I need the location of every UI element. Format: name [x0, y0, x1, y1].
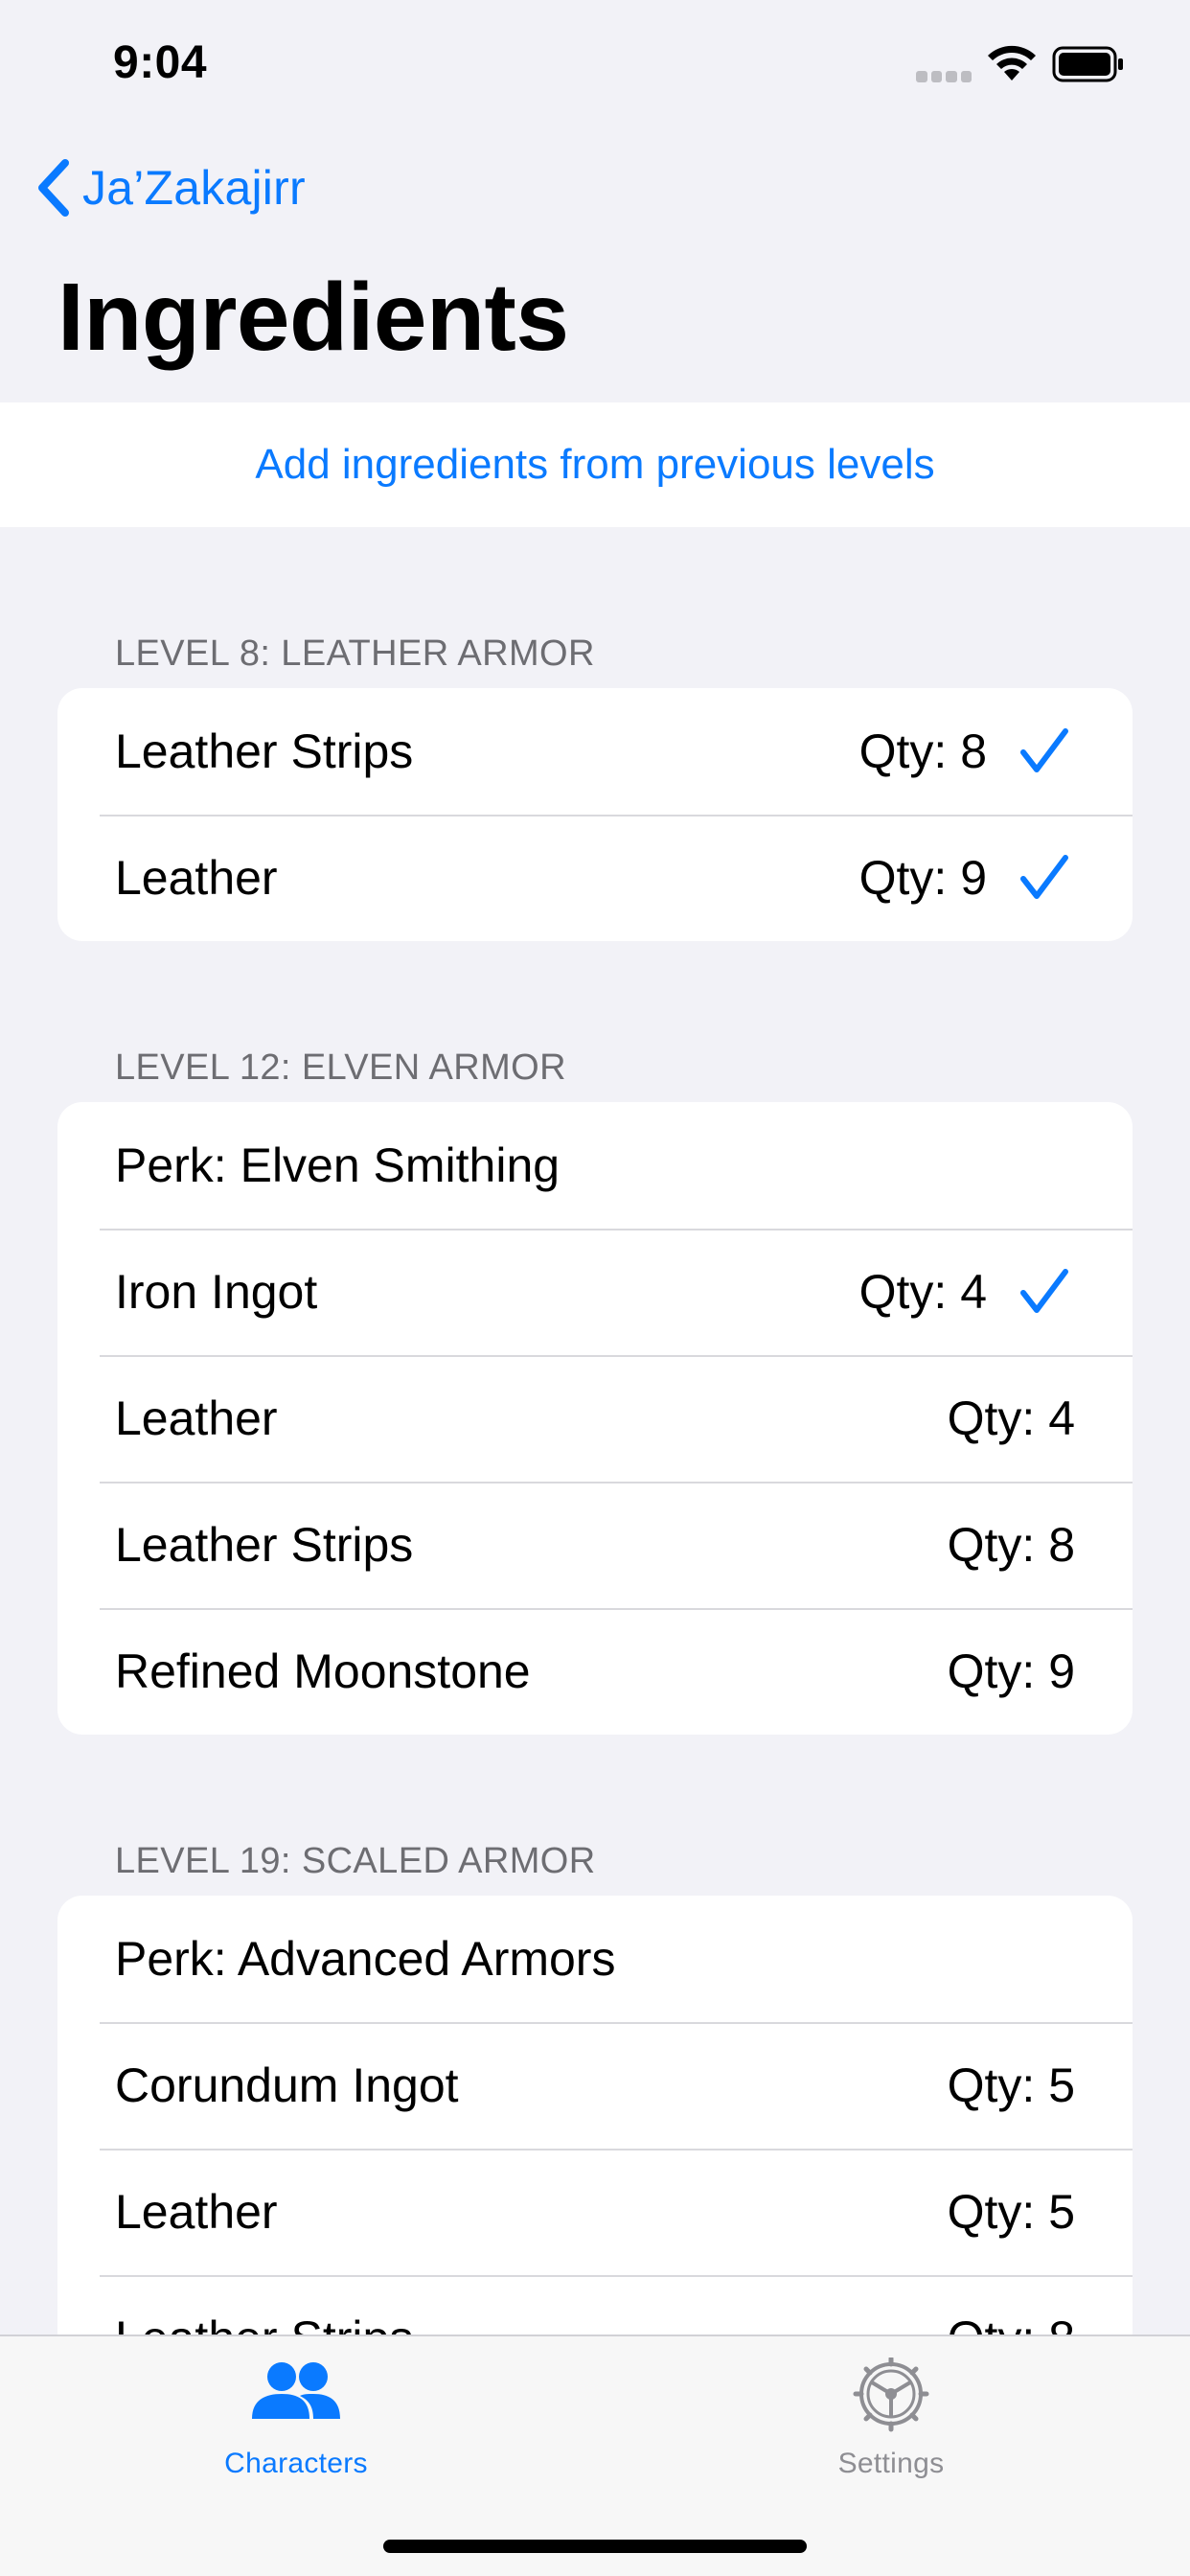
section-header: LEVEL 8: LEATHER ARMOR — [115, 633, 595, 674]
list-item[interactable]: Iron Ingot Qty: 4 — [57, 1229, 1133, 1355]
list-item[interactable]: Perk: Advanced Armors — [57, 1896, 1133, 2022]
list-item[interactable]: Leather Strips Qty: 8 — [57, 1482, 1133, 1608]
checkmark-icon — [1020, 728, 1068, 772]
list-item[interactable]: Leather Strips Qty: 8 — [57, 688, 1133, 815]
ingredient-name: Perk: Advanced Armors — [115, 1932, 616, 1986]
add-ingredients-button[interactable]: Add ingredients from previous levels — [0, 402, 1190, 527]
ingredient-name: Leather Strips — [115, 1518, 414, 1572]
ingredient-name: Leather Strips — [115, 724, 414, 778]
back-label: Ja’Zakajirr — [82, 161, 306, 215]
ingredient-qty: Qty: 4 — [947, 1392, 1075, 1445]
ingredient-name: Leather — [115, 1392, 278, 1445]
ingredient-name: Corundum Ingot — [115, 2058, 459, 2112]
section-level-8: LEVEL 8: LEATHER ARMOR Leather Strips Qt… — [0, 619, 1190, 941]
tab-label: Settings — [837, 2448, 945, 2479]
wifi-icon — [988, 45, 1036, 80]
ingredient-qty: Qty: 8 — [947, 1518, 1075, 1572]
ingredient-name: Perk: Elven Smithing — [115, 1138, 561, 1192]
page-title: Ingredients — [57, 264, 569, 371]
ingredient-name: Iron Ingot — [115, 1265, 318, 1319]
ingredient-qty: Qty: 5 — [947, 2185, 1075, 2239]
ingredient-group: Perk: Advanced Armors Corundum Ingot Qty… — [57, 1896, 1133, 2402]
ingredient-name: Refined Moonstone — [115, 1644, 531, 1698]
ingredient-qty: Qty: 9 — [858, 851, 987, 905]
section-header: LEVEL 19: SCALED ARMOR — [115, 1841, 596, 1881]
battery-icon — [1052, 46, 1123, 82]
people-icon — [252, 2362, 340, 2419]
list-item[interactable]: Leather Qty: 4 — [57, 1355, 1133, 1482]
tab-label: Characters — [224, 2448, 368, 2479]
section-level-12: LEVEL 12: ELVEN ARMOR Perk: Elven Smithi… — [0, 1033, 1190, 1735]
section-level-19: LEVEL 19: SCALED ARMOR Perk: Advanced Ar… — [0, 1827, 1190, 2402]
list-item[interactable]: Corundum Ingot Qty: 5 — [57, 2022, 1133, 2149]
ingredient-sections: LEVEL 8: LEATHER ARMOR Leather Strips Qt… — [0, 527, 1190, 2402]
list-item[interactable]: Refined Moonstone Qty: 9 — [57, 1608, 1133, 1735]
list-item[interactable]: Leather Qty: 9 — [57, 815, 1133, 941]
checkmark-icon — [1020, 1269, 1068, 1313]
ingredient-qty: Qty: 4 — [858, 1265, 987, 1319]
chevron-left-icon — [38, 159, 69, 217]
ingredient-qty: Qty: 8 — [858, 724, 987, 778]
cellular-signal-icon — [916, 71, 972, 82]
list-item[interactable]: Leather Qty: 5 — [57, 2149, 1133, 2275]
ingredient-group: Perk: Elven Smithing Iron Ingot Qty: 4 L… — [57, 1102, 1133, 1735]
ingredient-group: Leather Strips Qty: 8 Leather Qty: 9 — [57, 688, 1133, 941]
list-item[interactable]: Perk: Elven Smithing — [57, 1102, 1133, 1229]
back-button[interactable]: Ja’Zakajirr — [34, 153, 306, 222]
tab-characters[interactable]: Characters — [152, 2358, 440, 2480]
tab-settings[interactable]: Settings — [747, 2358, 1035, 2480]
status-time: 9:04 — [113, 37, 208, 88]
ingredient-qty: Qty: 5 — [947, 2058, 1075, 2112]
ingredient-qty: Qty: 9 — [947, 1644, 1075, 1698]
checkmark-icon — [1020, 855, 1068, 899]
ingredient-name: Leather — [115, 2185, 278, 2239]
ingredient-name: Leather — [115, 851, 278, 905]
status-bar: 9:04 — [0, 0, 1190, 126]
section-header: LEVEL 12: ELVEN ARMOR — [115, 1047, 566, 1088]
gear-icon — [853, 2358, 929, 2432]
home-indicator — [383, 2540, 807, 2553]
